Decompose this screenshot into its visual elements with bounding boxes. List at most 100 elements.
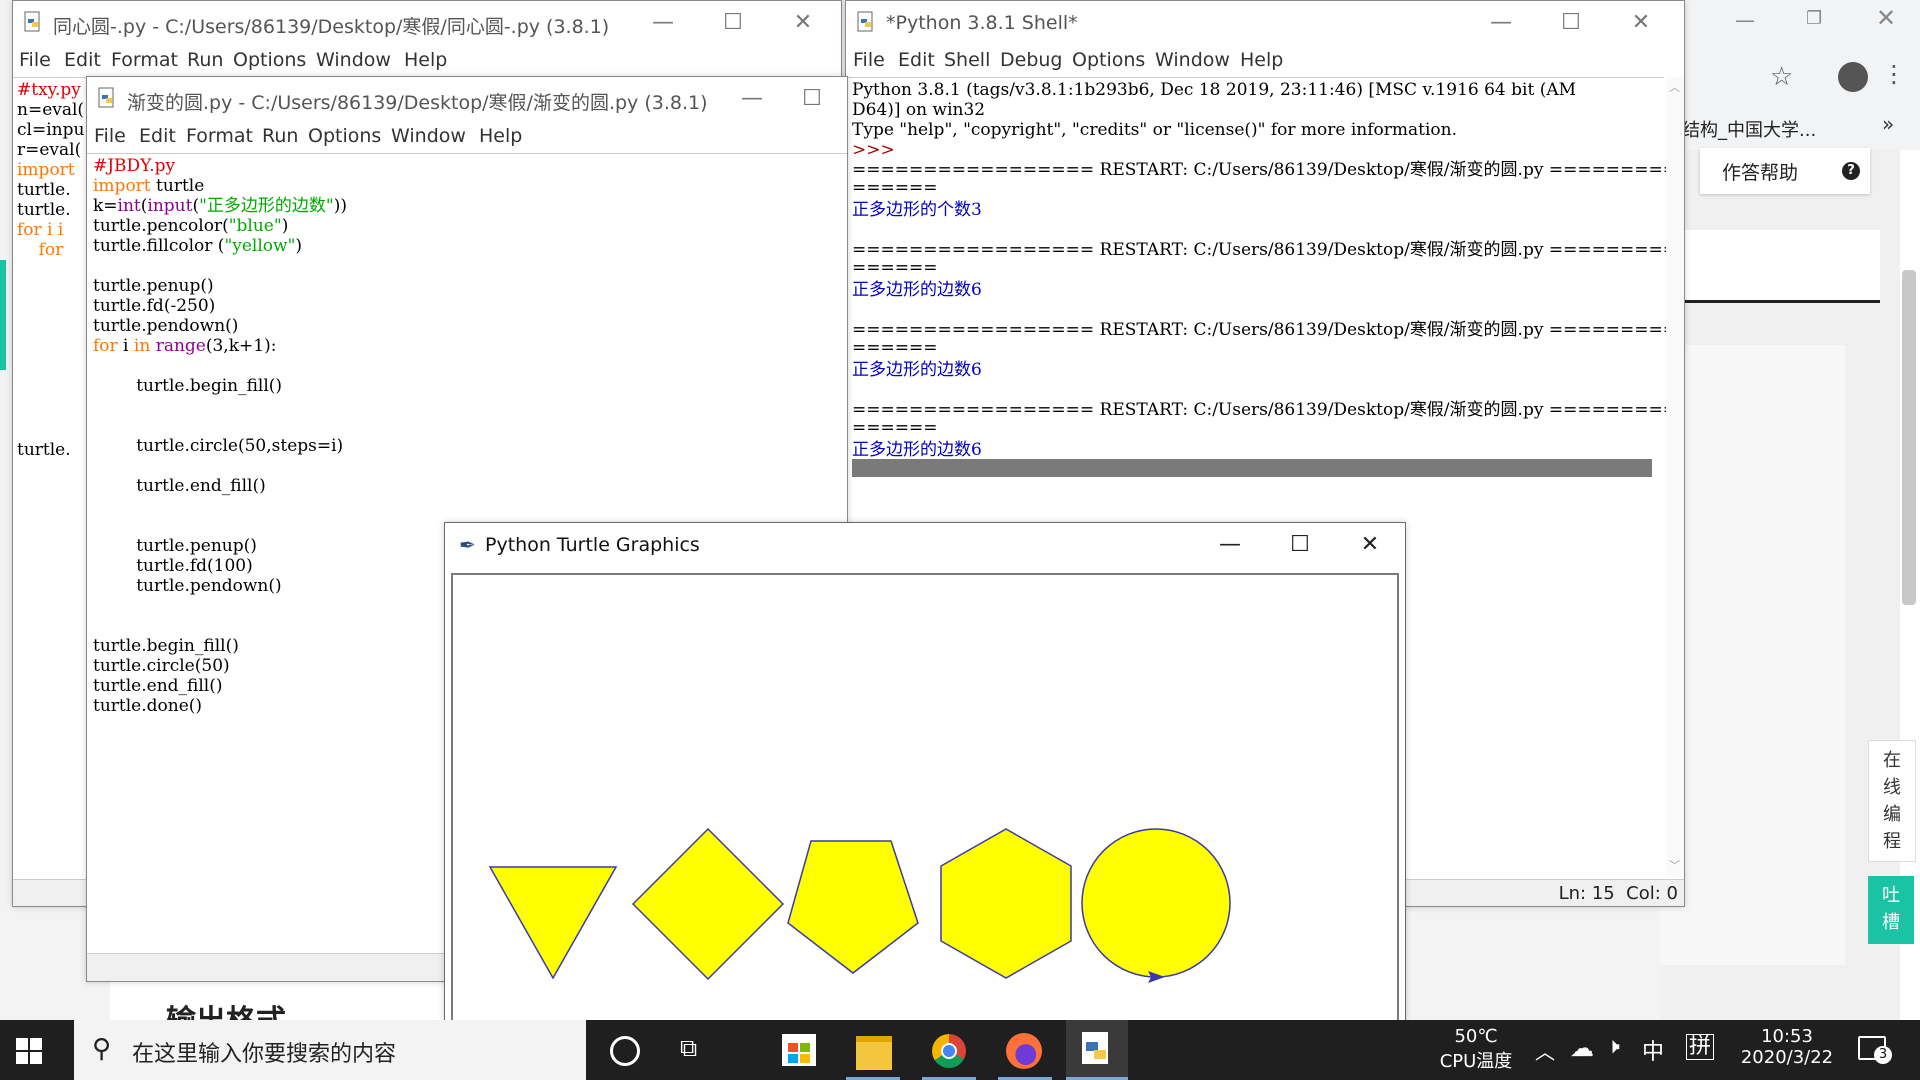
star-icon[interactable]: ☆ bbox=[1770, 62, 1793, 92]
online-coding-tab[interactable]: 在线编程 bbox=[1868, 740, 1916, 862]
side-tab-char: 程 bbox=[1883, 831, 1901, 852]
menu-item-debug[interactable]: Debug bbox=[1000, 49, 1062, 71]
menu-item-options[interactable]: Options bbox=[308, 125, 381, 147]
ime-pinyin[interactable]: 拼 bbox=[1686, 1034, 1715, 1060]
menu-item-window[interactable]: Window bbox=[1155, 49, 1230, 71]
menu-item-help[interactable]: Help bbox=[479, 125, 522, 147]
start-windows-icon[interactable] bbox=[16, 1038, 44, 1066]
onedrive-cloud-icon[interactable]: ☁ bbox=[1570, 1034, 1594, 1062]
code-line-9: turtle.pendown() bbox=[93, 316, 239, 336]
minimize-icon[interactable]: — bbox=[628, 1, 698, 45]
minimize-icon[interactable]: — bbox=[1195, 523, 1265, 567]
browser-minimize-icon[interactable]: — bbox=[1735, 8, 1755, 32]
clock-date: 2020/3/22 bbox=[1740, 1047, 1834, 1068]
menu-item-options[interactable]: Options bbox=[1072, 49, 1145, 71]
cpu-temperature[interactable]: 50℃ CPU温度 bbox=[1436, 1026, 1516, 1073]
search-box[interactable]: ⚲ 在这里输入你要搜索的内容 bbox=[74, 1020, 586, 1080]
notification-icon[interactable]: 3 bbox=[1858, 1036, 1892, 1064]
code-line-22: turtle.pendown() bbox=[93, 576, 282, 596]
code-line: r=eval( bbox=[17, 140, 82, 160]
firefox-icon[interactable] bbox=[1006, 1033, 1042, 1069]
ime-mode[interactable]: 中 bbox=[1642, 1034, 1664, 1066]
side-tab-char: 编 bbox=[1883, 804, 1901, 825]
menu-item-window[interactable]: Window bbox=[316, 49, 391, 71]
temp-value: 50℃ bbox=[1454, 1026, 1498, 1047]
python-file-icon bbox=[24, 11, 40, 32]
file-explorer-icon[interactable] bbox=[856, 1036, 892, 1070]
browser-restore-icon[interactable]: ❐ bbox=[1806, 8, 1822, 29]
restart-line-4: ================= RESTART: C:/Users/8613… bbox=[852, 400, 1685, 420]
taskbar: ⚲ 在这里输入你要搜索的内容 ⧉ 50℃ CPU温度 ︿ ☁ 🕨 中 拼 10:… bbox=[0, 1020, 1920, 1080]
code-line: for bbox=[17, 240, 64, 260]
bookmarks-chevron-icon[interactable]: » bbox=[1882, 112, 1894, 136]
menu-item-format[interactable]: Format bbox=[186, 125, 253, 147]
restart-line-2b: ====== bbox=[852, 258, 938, 278]
code-line-5: turtle.fillcolor ("yellow") bbox=[93, 236, 303, 256]
help-button-label: 作答帮助 bbox=[1722, 162, 1799, 184]
code-line-25: turtle.begin_fill() bbox=[93, 636, 239, 656]
menu-item-options[interactable]: Options bbox=[233, 49, 306, 71]
python-idle-taskbar-icon[interactable] bbox=[1066, 1020, 1128, 1080]
title-bar[interactable]: 渐变的圆.py - C:/Users/86139/Desktop/寒假/渐变的圆… bbox=[87, 77, 847, 121]
shell-input-line[interactable] bbox=[852, 459, 1652, 477]
store-icon[interactable] bbox=[782, 1034, 816, 1066]
pentagon-shape bbox=[787, 840, 919, 974]
menu-item-shell[interactable]: Shell bbox=[944, 49, 990, 71]
page-scrollbar[interactable] bbox=[1902, 270, 1916, 605]
close-icon[interactable]: ✕ bbox=[768, 1, 838, 45]
close-icon[interactable]: ✕ bbox=[1335, 523, 1405, 567]
bookmark-tab[interactable]: 结构_中国大学... bbox=[1682, 116, 1816, 142]
window-title: 同心圆-.py - C:/Users/86139/Desktop/寒假/同心圆-… bbox=[53, 16, 610, 38]
code-line-20: turtle.penup() bbox=[93, 536, 257, 556]
menu-item-file[interactable]: File bbox=[94, 125, 126, 147]
maximize-icon[interactable]: ☐ bbox=[698, 1, 768, 45]
help-button[interactable]: 作答帮助 ? bbox=[1700, 148, 1870, 194]
volume-muted-icon[interactable]: 🕨 bbox=[1606, 1034, 1620, 1059]
clock[interactable]: 10:53 2020/3/22 bbox=[1732, 1026, 1842, 1068]
code-text[interactable]: #txy.py n=eval(cl=inpu r=eval(import turtl… bbox=[17, 80, 84, 460]
menu-item-help[interactable]: Help bbox=[404, 49, 447, 71]
minimize-icon[interactable]: — bbox=[1466, 1, 1536, 45]
code-line-26: turtle.circle(50) bbox=[93, 656, 230, 676]
maximize-icon[interactable]: ☐ bbox=[1265, 523, 1335, 567]
menu-item-run[interactable]: Run bbox=[187, 49, 223, 71]
menu-item-edit[interactable]: Edit bbox=[64, 49, 101, 71]
chrome-icon[interactable] bbox=[932, 1034, 966, 1068]
maximize-icon[interactable]: ☐ bbox=[1536, 1, 1606, 45]
title-bar[interactable]: ✒ Python Turtle Graphics — ☐ ✕ bbox=[445, 523, 1405, 569]
shell-output-3: 正多边形的边数6 bbox=[852, 360, 982, 380]
menu-item-help[interactable]: Help bbox=[1240, 49, 1283, 71]
menu-item-window[interactable]: Window bbox=[391, 125, 466, 147]
shell-scrollbar[interactable]: ︿ ﹀ bbox=[1666, 77, 1684, 877]
title-bar[interactable]: 同心圆-.py - C:/Users/86139/Desktop/寒假/同心圆-… bbox=[13, 1, 841, 45]
menu-item-edit[interactable]: Edit bbox=[898, 49, 935, 71]
code-line-1: #JBDY.py bbox=[93, 156, 176, 176]
browser-close-icon[interactable]: ✕ bbox=[1876, 4, 1896, 32]
title-bar[interactable]: *Python 3.8.1 Shell* — ☐ ✕ bbox=[846, 1, 1684, 45]
maximize-icon[interactable]: ☐ bbox=[777, 77, 847, 121]
menu-item-edit[interactable]: Edit bbox=[139, 125, 176, 147]
browser-background: ☆ ⋮ 结构_中国大学... » 作答帮助 ? 在线编程 吐槽 bbox=[1660, 0, 1920, 1020]
side-tab-char: 线 bbox=[1883, 777, 1901, 798]
cortana-icon[interactable] bbox=[610, 1036, 640, 1066]
task-view-icon[interactable]: ⧉ bbox=[680, 1034, 697, 1062]
code-line-12: turtle.begin_fill() bbox=[93, 376, 283, 396]
feedback-tab[interactable]: 吐槽 bbox=[1868, 876, 1914, 944]
left-accent-bar bbox=[0, 260, 6, 370]
menu-item-format[interactable]: Format bbox=[111, 49, 178, 71]
shell-banner-3: Type "help", "copyright", "credits" or "… bbox=[852, 120, 1458, 140]
account-icon[interactable] bbox=[1838, 62, 1868, 92]
menu-item-file[interactable]: File bbox=[853, 49, 885, 71]
menu-item-run[interactable]: Run bbox=[262, 125, 298, 147]
code-line: for i i bbox=[17, 220, 64, 240]
more-menu-icon[interactable]: ⋮ bbox=[1882, 60, 1906, 88]
turtle-graphics-window[interactable]: ✒ Python Turtle Graphics — ☐ ✕ bbox=[444, 522, 1406, 1022]
close-icon[interactable]: ✕ bbox=[1606, 1, 1676, 45]
menu-item-file[interactable]: File bbox=[19, 49, 51, 71]
code-line: n=eval( bbox=[17, 100, 85, 120]
turtle-canvas[interactable] bbox=[451, 573, 1399, 1021]
chevron-up-icon[interactable]: ︿ bbox=[1535, 1036, 1555, 1065]
